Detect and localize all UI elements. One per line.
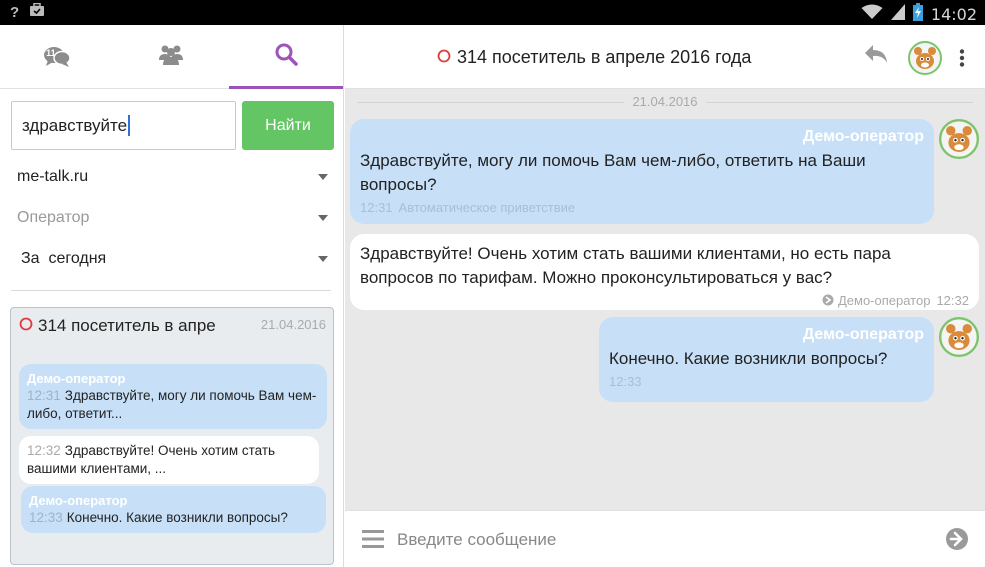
tab-bar: 11 xyxy=(0,25,344,89)
search-result-card[interactable]: 314 посетитель в апре 21.04.2016 Демо-оп… xyxy=(10,307,334,565)
offline-status-icon xyxy=(437,47,451,68)
status-bar: ? 14:02 xyxy=(0,0,985,25)
result-title-text: 314 посетитель в апре xyxy=(38,316,216,335)
message-author: Демо-оператор xyxy=(29,493,128,508)
text-cursor xyxy=(128,115,130,136)
search-row: Найти xyxy=(11,101,334,150)
message-author: Демо-оператор xyxy=(802,326,924,343)
divider xyxy=(11,290,331,291)
result-message: Демо-оператор 12:31 Здравствуйте, могу ли… xyxy=(19,364,327,429)
result-message: 12:32 Здравствуйте! Очень хотим стать ваш… xyxy=(19,436,319,484)
more-options-icon[interactable] xyxy=(959,49,965,72)
chats-badge: 11 xyxy=(46,47,56,58)
period-select-value: За сегодня xyxy=(21,250,107,267)
wifi-icon xyxy=(861,4,883,25)
period-select[interactable]: За сегодня xyxy=(11,241,334,277)
message-time: 12:33 xyxy=(29,510,63,525)
tab-visitors[interactable] xyxy=(114,25,228,88)
date-separator-text: 21.04.2016 xyxy=(624,94,706,109)
result-date: 21.04.2016 xyxy=(260,317,326,332)
message-author: Демо-оператор xyxy=(27,371,126,386)
forward-icon xyxy=(822,293,834,308)
result-message: Демо-оператор 12:33 Конечно. Какие возник… xyxy=(21,486,326,533)
chat-bubbles-icon: 11 xyxy=(43,46,71,68)
forwarded-to: Демо-оператор xyxy=(837,293,931,308)
message-note: Автоматическое приветствие xyxy=(398,200,576,215)
site-select-value: me-talk.ru xyxy=(17,168,89,185)
dropdown-arrow-icon xyxy=(318,256,328,262)
operator-avatar[interactable] xyxy=(908,41,942,80)
signal-icon xyxy=(890,4,905,25)
chat-header: 314 посетитель в апреле 2016 года xyxy=(345,25,985,89)
chat-area: 21.04.2016 Демо-оператор Здравствуйте, м… xyxy=(345,89,985,510)
dropdown-arrow-icon xyxy=(318,215,328,221)
date-separator: 21.04.2016 xyxy=(345,94,985,109)
find-button[interactable]: Найти xyxy=(242,101,334,150)
left-panel: 11 Найти me-talk.ru Оператор За сегодня xyxy=(0,25,344,567)
message-time: 12:31 xyxy=(360,200,393,215)
offline-status-icon xyxy=(19,316,33,336)
message-meta: 12:33 xyxy=(609,373,924,391)
operator-message: Демо-оператор Конечно. Какие возникли во… xyxy=(599,317,934,402)
message-meta: Демо-оператор 12:32 xyxy=(360,292,969,310)
operator-select-value: Оператор xyxy=(17,209,90,226)
operator-avatar xyxy=(939,317,979,357)
message-text: Здравствуйте, могу ли помочь Вам чем-либ… xyxy=(27,388,317,421)
menu-icon[interactable] xyxy=(362,530,384,553)
message-text: Здравствуйте, могу ли помочь Вам чем-либ… xyxy=(360,151,866,194)
message-text: Здравствуйте! Очень хотим стать вашими к… xyxy=(360,244,891,287)
reply-icon[interactable] xyxy=(863,43,889,70)
help-icon: ? xyxy=(10,3,20,21)
message-time: 12:32 xyxy=(936,293,969,308)
chat-title: 314 посетитель в апреле 2016 года xyxy=(437,47,751,68)
site-select[interactable]: me-talk.ru xyxy=(11,159,334,195)
message-text: Конечно. Какие возникли вопросы? xyxy=(609,349,888,368)
visitor-message: Здравствуйте! Очень хотим стать вашими к… xyxy=(350,234,979,310)
operator-avatar xyxy=(939,119,979,159)
message-composer xyxy=(345,510,985,567)
briefcase-notification-icon xyxy=(29,2,45,21)
message-author: Демо-оператор xyxy=(802,128,924,145)
group-icon xyxy=(157,43,185,70)
search-input[interactable] xyxy=(11,101,236,150)
clock: 14:02 xyxy=(930,5,977,24)
message-time: 12:31 xyxy=(27,388,61,403)
result-title: 314 посетитель в апре xyxy=(19,316,247,336)
operator-message: Демо-оператор Здравствуйте, могу ли помо… xyxy=(350,119,934,224)
tab-chats[interactable]: 11 xyxy=(0,25,114,88)
message-text: Конечно. Какие возникли вопросы? xyxy=(66,510,288,525)
send-icon[interactable] xyxy=(945,527,969,556)
message-text: Здравствуйте! Очень хотим стать вашими к… xyxy=(27,443,276,476)
dropdown-arrow-icon xyxy=(318,174,328,180)
tab-search[interactable] xyxy=(228,25,344,89)
message-time: 12:32 xyxy=(27,443,61,458)
chat-title-text: 314 посетитель в апреле 2016 года xyxy=(457,47,752,67)
message-input[interactable] xyxy=(397,521,927,559)
battery-charging-icon xyxy=(912,3,923,26)
operator-select[interactable]: Оператор xyxy=(11,200,334,236)
message-time: 12:33 xyxy=(609,374,642,389)
search-icon xyxy=(274,42,298,71)
message-meta: 12:31 Автоматическое приветствие xyxy=(360,199,924,217)
